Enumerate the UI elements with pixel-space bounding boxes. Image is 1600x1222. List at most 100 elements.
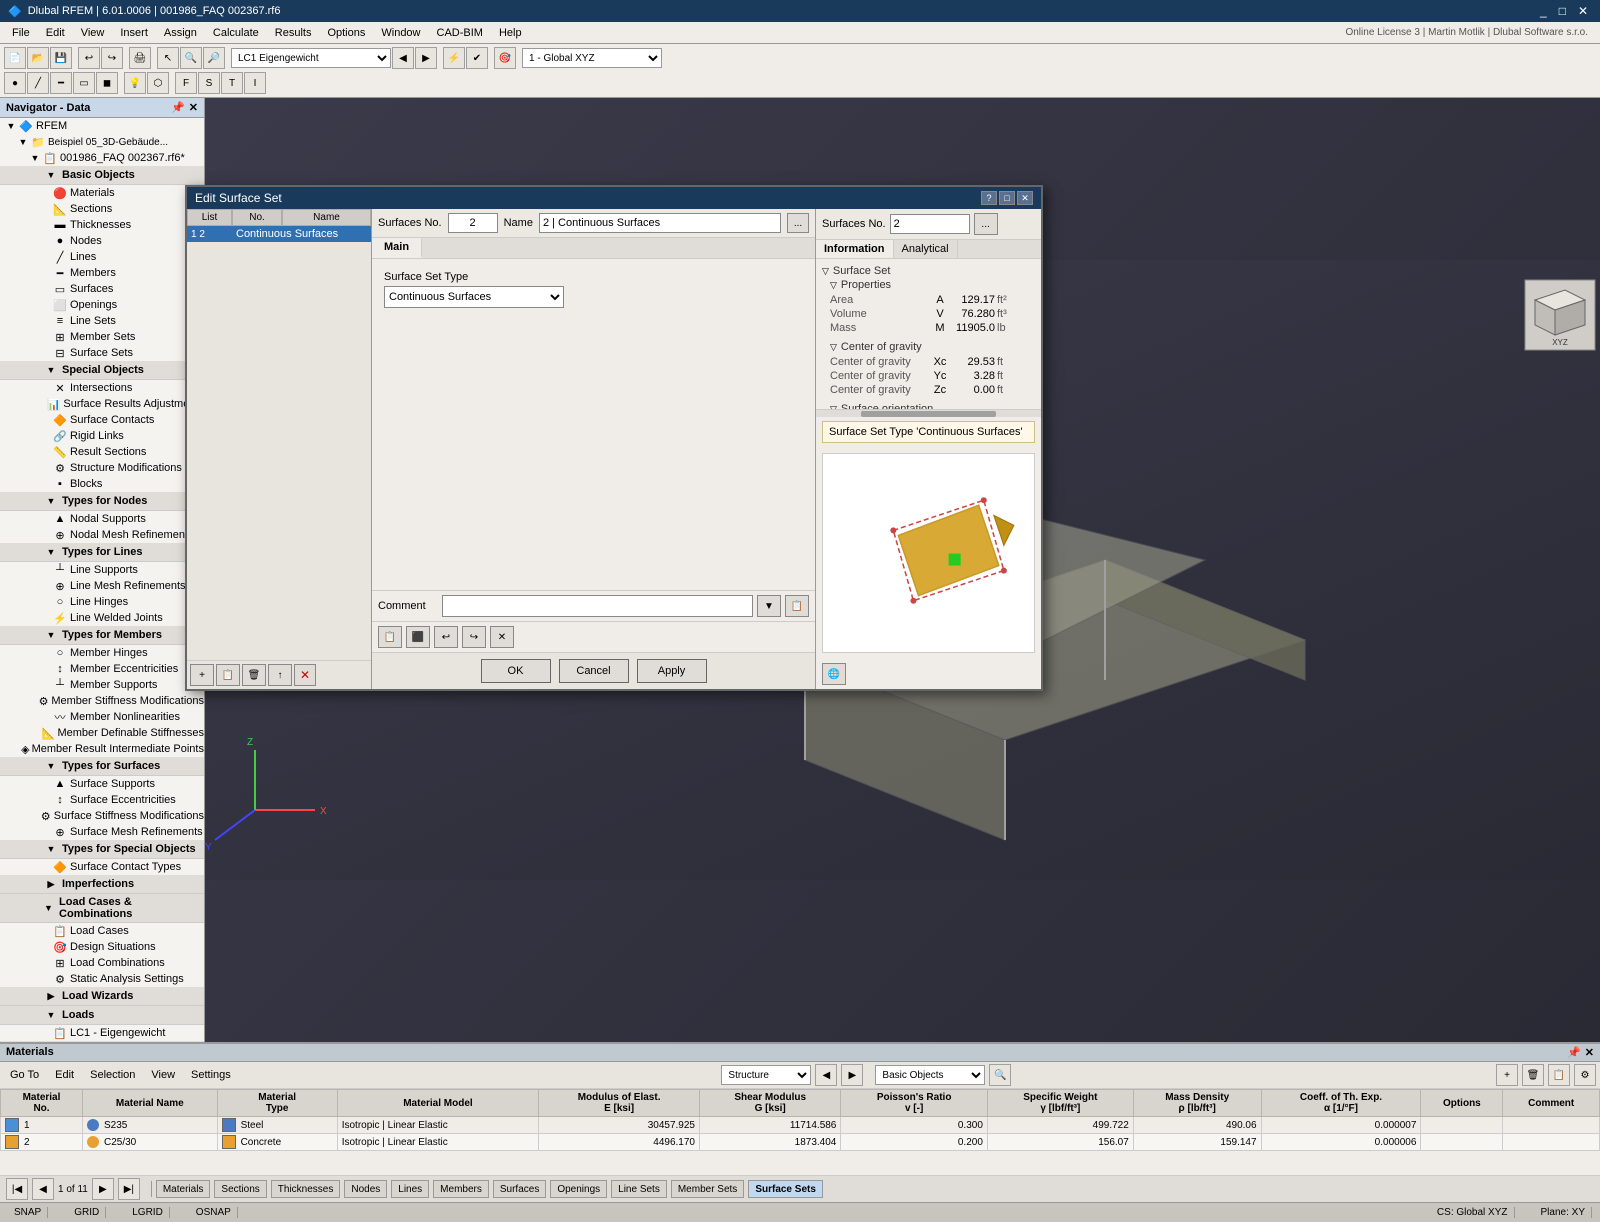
tree-member-hinges[interactable]: ○Member Hinges [0,645,204,661]
tree-types-nodes[interactable]: ▼ Types for Nodes [0,492,204,511]
tab-main[interactable]: Main [372,238,422,258]
edit-surface-dialog[interactable]: Edit Surface Set ? □ ✕ List No. Name 1 2 [185,185,1043,691]
dialog-comment-input[interactable] [442,595,753,617]
bottom-pin-btn[interactable]: 📌 [1567,1046,1581,1059]
structure-combo[interactable]: Structure [721,1065,811,1085]
basic-objects-combo[interactable]: Basic Objects [875,1065,985,1085]
list-copy-btn[interactable]: 📋 [216,664,240,686]
tb-undo[interactable]: ↩ [78,47,100,69]
table-row[interactable]: 1 S235 Steel Isotropic | Linear Elastic [1,1117,1600,1134]
dialog-titlebar-btns[interactable]: ? □ ✕ [981,191,1033,205]
tree-lines[interactable]: ╱Lines [0,249,204,265]
lc-combo[interactable]: LC1 Eigengewicht [231,48,391,68]
list-add-btn[interactable]: + [190,664,214,686]
dialog-name-btn[interactable]: ... [787,213,809,233]
mat-last[interactable]: ▶| [118,1178,140,1200]
tree-nodal-mesh[interactable]: ⊕Nodal Mesh Refinements [0,527,204,543]
tree-member-def-stiff[interactable]: 📐Member Definable Stiffnesses [0,725,204,741]
mat-copy[interactable]: 📋 [1548,1064,1570,1086]
status-snap[interactable]: SNAP [8,1207,48,1218]
tree-surface-sets[interactable]: ⊟Surface Sets [0,345,204,361]
dialog-no-input[interactable] [448,213,498,233]
tree-thicknesses[interactable]: ▬Thicknesses [0,217,204,233]
tree-rfem[interactable]: ▼ 🔷 RFEM [0,118,204,134]
tree-project-expand[interactable]: ▼ [16,135,30,149]
menu-insert[interactable]: Insert [112,25,156,41]
dialog-apply-btn[interactable]: Apply [637,659,707,683]
dlg-horizontal-scrollbar[interactable] [861,411,996,417]
mat-edit[interactable]: Edit [49,1068,80,1082]
tree-load-cases-combos[interactable]: ▼ Load Cases & Combinations [0,894,204,923]
dlg-right-icon-1[interactable]: 🌐 [822,663,846,685]
tree-blocks[interactable]: ▪Blocks [0,476,204,492]
tree-surface-mesh-ref[interactable]: ⊕Surface Mesh Refinements [0,824,204,840]
mat-first[interactable]: |◀ [6,1178,28,1200]
dialog-close-btn[interactable]: ✕ [1017,191,1033,205]
tree-loads[interactable]: ▼ Loads [0,1006,204,1025]
tree-materials[interactable]: 🔴Materials [0,185,204,201]
tab-line-sets[interactable]: Line Sets [611,1180,667,1198]
tree-member-ecc[interactable]: ↕Member Eccentricities [0,661,204,677]
tree-nodal-supports[interactable]: ▲Nodal Supports [0,511,204,527]
tree-member-sets[interactable]: ⊞Member Sets [0,329,204,345]
tree-line-sets[interactable]: ≡Line Sets [0,313,204,329]
tab-sections[interactable]: Sections [214,1180,266,1198]
tree-special-objects[interactable]: ▼ Special Objects [0,361,204,380]
tb-side[interactable]: S [198,72,220,94]
tree-line-supports[interactable]: ┴Line Supports [0,562,204,578]
tree-types-special[interactable]: ▼ Types for Special Objects [0,840,204,859]
tree-intersections[interactable]: ✕Intersections [0,380,204,396]
tree-member-supports[interactable]: ┴Member Supports [0,677,204,693]
comment-dropdown-btn[interactable]: ▼ [757,595,781,617]
tb-render[interactable]: 💡 [124,72,146,94]
maximize-btn[interactable]: □ [1555,4,1570,18]
cs-combo[interactable]: 1 - Global XYZ [522,48,662,68]
bottom-close-btn[interactable]: ✕ [1585,1046,1594,1059]
close-btn[interactable]: ✕ [1574,4,1592,18]
tree-model[interactable]: ▼ 📋 001986_FAQ 002367.rf6* [0,150,204,166]
tb-select[interactable]: ↖ [157,47,179,69]
status-osnap[interactable]: OSNAP [190,1207,238,1218]
dialog-cancel-btn[interactable]: Cancel [559,659,629,683]
tb-lc-next[interactable]: ▶ [415,47,437,69]
table-row[interactable]: 2 C25/30 Concrete Isotropic | Linear Ela… [1,1134,1600,1151]
tree-openings[interactable]: ⬜Openings [0,297,204,313]
menu-assign[interactable]: Assign [156,25,205,41]
tb-wireframe[interactable]: ⬡ [147,72,169,94]
tree-types-surfaces[interactable]: ▼ Types for Surfaces [0,757,204,776]
tree-design-situations[interactable]: 🎯Design Situations [0,939,204,955]
mat-add[interactable]: + [1496,1064,1518,1086]
mat-prev[interactable]: ◀ [32,1178,54,1200]
dialog-ok-btn[interactable]: OK [481,659,551,683]
navigator-pin-btn[interactable]: 📌 [171,101,185,114]
mat-settings[interactable]: Settings [185,1068,237,1082]
tree-member-stiff-mod[interactable]: ⚙Member Stiffness Modifications [0,693,204,709]
menu-calculate[interactable]: Calculate [205,25,267,41]
tree-nodes[interactable]: ●Nodes [0,233,204,249]
tree-line-hinges[interactable]: ○Line Hinges [0,594,204,610]
tree-member-nonlin[interactable]: 〰Member Nonlinearities [0,709,204,725]
tb-member[interactable]: ━ [50,72,72,94]
tree-sections[interactable]: 📐Sections [0,201,204,217]
tb-zoom-out[interactable]: 🔎 [203,47,225,69]
dlg-icon-1[interactable]: 📋 [378,626,402,648]
tree-members[interactable]: ━Members [0,265,204,281]
cog-header[interactable]: ▽ Center of gravity [822,341,1035,353]
tree-line-welded[interactable]: ⚡Line Welded Joints [0,610,204,626]
dlg-icon-5[interactable]: ✕ [490,626,514,648]
tb-iso[interactable]: I [244,72,266,94]
tb-solid[interactable]: ◼ [96,72,118,94]
mat-filter[interactable]: 🔍 [989,1064,1011,1086]
list-import-btn[interactable]: ↑ [268,664,292,686]
tree-model-expand[interactable]: ▼ [28,151,42,165]
menu-file[interactable]: File [4,25,38,41]
tree-static-analysis[interactable]: ⚙Static Analysis Settings [0,971,204,987]
dialog-surfaces-no-input[interactable] [890,214,970,234]
tb-line[interactable]: ╱ [27,72,49,94]
tb-save[interactable]: 💾 [50,47,72,69]
mat-tb-1[interactable]: ◀ [815,1064,837,1086]
tree-surface-ecc[interactable]: ↕Surface Eccentricities [0,792,204,808]
tab-thicknesses[interactable]: Thicknesses [271,1180,341,1198]
tb-node[interactable]: ● [4,72,26,94]
tree-line-mesh-ref[interactable]: ⊕Line Mesh Refinements [0,578,204,594]
